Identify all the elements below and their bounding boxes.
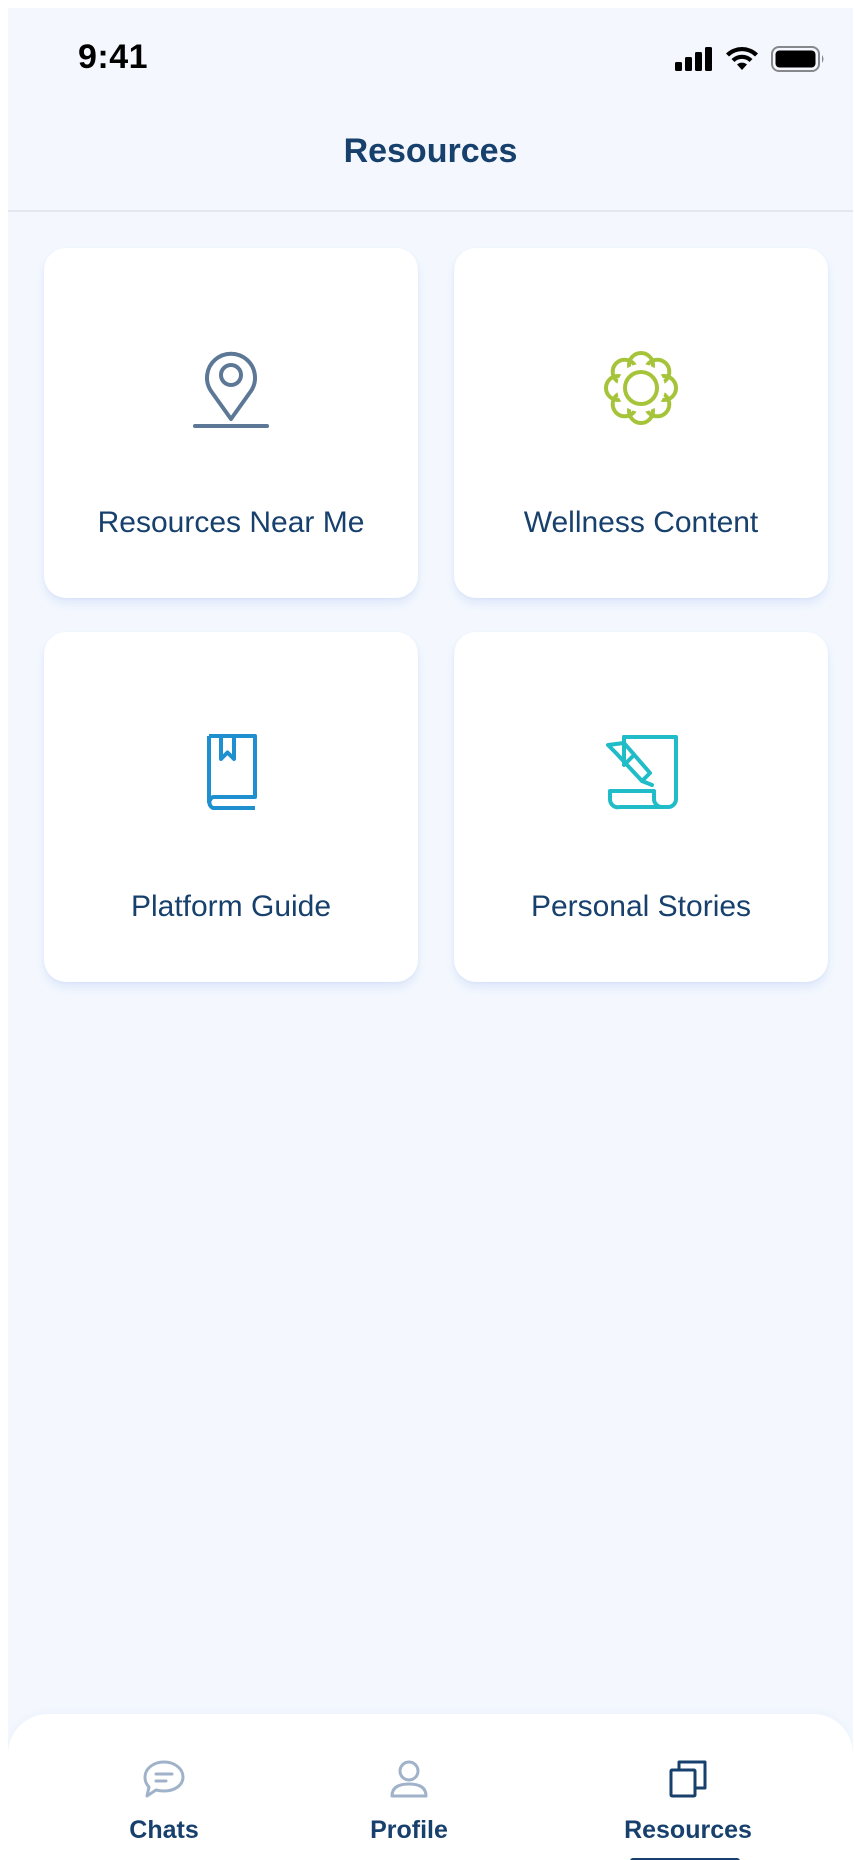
status-icons bbox=[675, 46, 825, 77]
status-time: 9:41 bbox=[78, 38, 149, 76]
card-resources-near-me[interactable]: Resources Near Me bbox=[44, 248, 418, 598]
flower-icon bbox=[601, 348, 681, 428]
user-icon bbox=[309, 1756, 509, 1802]
battery-icon bbox=[771, 46, 825, 77]
tab-bar: Chats Profile Resources bbox=[8, 1714, 853, 1860]
wifi-icon bbox=[725, 46, 759, 77]
tab-profile[interactable]: Profile bbox=[309, 1756, 509, 1845]
card-label: Resources Near Me bbox=[97, 506, 365, 539]
stacked-squares-icon bbox=[588, 1756, 788, 1802]
resource-grid: Resources Near Me Wellness Content Platf… bbox=[44, 248, 828, 982]
cellular-signal-icon bbox=[675, 47, 713, 76]
location-pin-icon bbox=[191, 348, 271, 428]
card-label: Wellness Content bbox=[523, 506, 759, 539]
chat-bubble-icon bbox=[64, 1756, 264, 1802]
tab-label: Profile bbox=[370, 1816, 448, 1844]
scroll-quill-icon bbox=[601, 732, 681, 812]
status-bar: 9:41 bbox=[8, 8, 853, 108]
tab-chats[interactable]: Chats bbox=[64, 1756, 264, 1845]
app-screen: 9:41 Resources Resources Near Me Wellnes… bbox=[8, 8, 853, 1860]
tab-resources[interactable]: Resources bbox=[588, 1756, 788, 1845]
tab-label: Resources bbox=[624, 1816, 752, 1844]
tab-label: Chats bbox=[129, 1816, 199, 1844]
book-icon bbox=[191, 732, 271, 812]
page-title: Resources bbox=[343, 131, 518, 170]
header: Resources bbox=[8, 108, 853, 212]
card-label: Platform Guide bbox=[130, 890, 332, 923]
card-platform-guide[interactable]: Platform Guide bbox=[44, 632, 418, 982]
card-wellness-content[interactable]: Wellness Content bbox=[454, 248, 828, 598]
card-personal-stories[interactable]: Personal Stories bbox=[454, 632, 828, 982]
card-label: Personal Stories bbox=[530, 890, 752, 923]
